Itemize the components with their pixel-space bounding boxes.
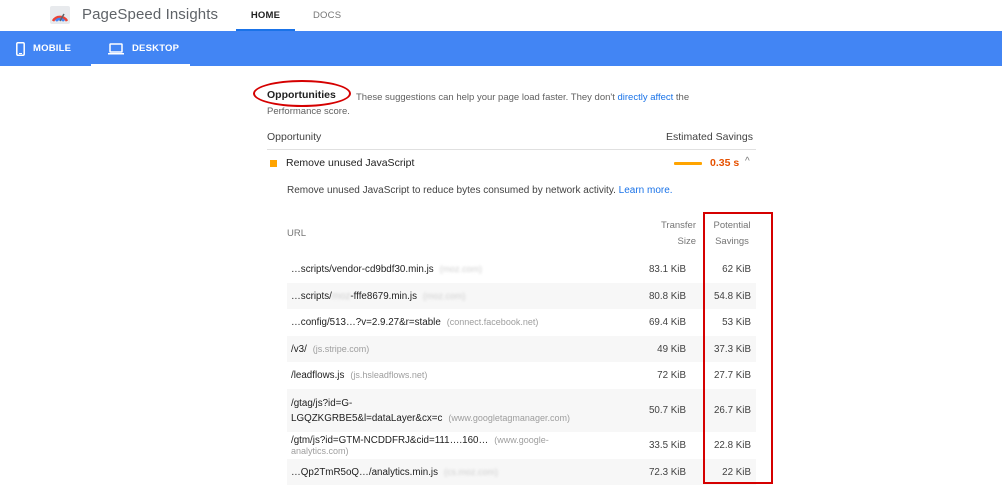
tab-desktop-label: DESKTOP: [132, 43, 180, 54]
directly-affect-link[interactable]: directly affect: [617, 92, 673, 103]
transfer-size-cell: 83.1 KiB: [648, 264, 686, 275]
top-header: PageSpeed Insights HOME DOCS: [0, 0, 1002, 31]
table-row: …scripts/moz-fffe8679.min.js (moz.com) 80…: [287, 283, 756, 309]
pagespeed-logo-icon: [50, 6, 70, 24]
url-text[interactable]: /v3/: [291, 344, 307, 355]
audit-title: Remove unused JavaScript: [286, 157, 415, 169]
url-text[interactable]: /gtm/js?id=GTM-NCDDFRJ&cid=111….160…: [291, 435, 488, 446]
tab-desktop[interactable]: DESKTOP: [108, 31, 179, 66]
url-cell: …scripts/vendor-cd9bdf30.min.js (moz.com): [287, 256, 586, 283]
tab-docs[interactable]: DOCS: [313, 10, 341, 21]
transfer-size-cell: 72 KiB: [657, 370, 686, 381]
url-cell: /gtm/js?id=GTM-NCDDFRJ&cid=111….160… (www…: [287, 432, 586, 459]
th-url: URL: [287, 228, 307, 239]
url-text[interactable]: …scripts/moz-fffe8679.min.js: [291, 291, 417, 302]
transfer-size-cell: 80.8 KiB: [648, 290, 686, 302]
laptop-icon: [108, 42, 124, 54]
highlight-circle: [253, 80, 351, 107]
url-text-post: -fffe8679.min.js: [350, 290, 417, 302]
table-row: …config/513…?v=2.9.27&r=stable (connect.f…: [287, 309, 756, 336]
opportunities-description: These suggestions can help your page loa…: [356, 90, 701, 106]
audit-description: Remove unused JavaScript to reduce bytes…: [287, 185, 673, 196]
scrolled-content-remnant: [345, 63, 760, 69]
url-text-blurred: moz: [331, 290, 351, 302]
transfer-size-cell: 72.3 KiB: [648, 466, 686, 478]
chevron-up-icon[interactable]: ^: [745, 156, 750, 167]
tab-home[interactable]: HOME: [236, 10, 295, 21]
url-host: (connect.facebook.net): [446, 317, 539, 327]
transfer-size-cell: 69.4 KiB: [648, 317, 686, 328]
url-text[interactable]: …scripts/vendor-cd9bdf30.min.js: [291, 264, 434, 275]
url-cell: /leadflows.js (js.hsleadflows.net): [287, 362, 586, 389]
url-cell: /v3/ (js.stripe.com): [287, 336, 586, 362]
url-text[interactable]: /leadflows.js: [291, 370, 344, 381]
audit-description-text: Remove unused JavaScript to reduce bytes…: [287, 185, 616, 196]
savings-bar: [674, 162, 702, 165]
tab-desktop-indicator: [91, 64, 190, 66]
phone-icon: [16, 41, 25, 56]
url-cell: …Qp2TmR5oQ…/analytics.min.js (cs.moz.com): [287, 459, 586, 485]
url-text[interactable]: …Qp2TmR5oQ…/analytics.min.js: [291, 467, 438, 478]
table-row: /leadflows.js (js.hsleadflows.net) 72 KiB…: [287, 362, 756, 389]
tab-mobile-label: MOBILE: [33, 43, 72, 54]
desc-prefix: These suggestions can help your page loa…: [356, 92, 615, 103]
url-text-pre: …scripts/: [291, 290, 332, 302]
audit-savings: 0.35 s: [710, 157, 740, 169]
url-host: (js.stripe.com): [312, 343, 370, 354]
device-bar: MOBILE DESKTOP: [0, 31, 1002, 66]
url-text[interactable]: …config/513…?v=2.9.27&r=stable: [291, 317, 441, 328]
url-cell: /gtag/js?id=G- LGQZKGRBE5&l=dataLayer&cx=…: [287, 389, 586, 432]
table-row: /v3/(js.stripe.com) 49 KiB 37.3 KiB: [287, 336, 756, 362]
url-cell: …config/513…?v=2.9.27&r=stable (connect.f…: [287, 309, 586, 336]
col-opportunity: Opportunity: [267, 131, 322, 143]
url-host: (js.hsleadflows.net): [350, 370, 428, 380]
tab-mobile[interactable]: MOBILE: [16, 31, 71, 66]
url-host: (www.googletagmanager.com): [448, 412, 570, 423]
col-estimated-savings: Estimated Savings: [666, 131, 753, 143]
th-transfer-size: Transfer Size: [620, 218, 696, 250]
table-row: /gtm/js?id=GTM-NCDDFRJ&cid=111….160… (www…: [287, 432, 756, 459]
transfer-size-cell: 49 KiB: [657, 343, 686, 355]
table-row: …scripts/vendor-cd9bdf30.min.js (moz.com)…: [287, 256, 756, 283]
table-row: …Qp2TmR5oQ…/analytics.min.js (cs.moz.com)…: [287, 459, 756, 485]
audit-unused-javascript[interactable]: Remove unused JavaScript 0.35 s ^: [267, 150, 756, 178]
desc-suffix: the: [675, 92, 690, 103]
opportunities-description-line2: Performance score.: [267, 106, 350, 117]
url-text[interactable]: /gtag/js?id=G- LGQZKGRBE5&l=dataLayer&cx=…: [291, 398, 442, 424]
url-table: …scripts/vendor-cd9bdf30.min.js (moz.com)…: [287, 256, 756, 485]
th-transfer-size-line2: Size: [677, 236, 696, 247]
transfer-size-cell: 50.7 KiB: [648, 405, 686, 416]
url-cell: …scripts/moz-fffe8679.min.js (moz.com): [287, 283, 586, 309]
highlight-box-potential-savings: [703, 212, 773, 484]
table-row: /gtag/js?id=G- LGQZKGRBE5&l=dataLayer&cx=…: [287, 389, 756, 432]
url-text-line2: LGQZKGRBE5&l=dataLayer&cx=c: [291, 412, 443, 424]
url-text-line1: /gtag/js?id=G-: [291, 397, 353, 409]
url-host: (moz.com): [422, 290, 466, 301]
transfer-size-cell: 33.5 KiB: [648, 440, 686, 451]
warning-square-icon: [270, 160, 277, 167]
url-host: (cs.moz.com): [444, 466, 498, 477]
url-host: (moz.com): [439, 264, 483, 274]
learn-more-link[interactable]: Learn more.: [619, 185, 673, 196]
app-title: PageSpeed Insights: [82, 6, 219, 23]
th-transfer-size-line1: Transfer: [660, 220, 696, 231]
